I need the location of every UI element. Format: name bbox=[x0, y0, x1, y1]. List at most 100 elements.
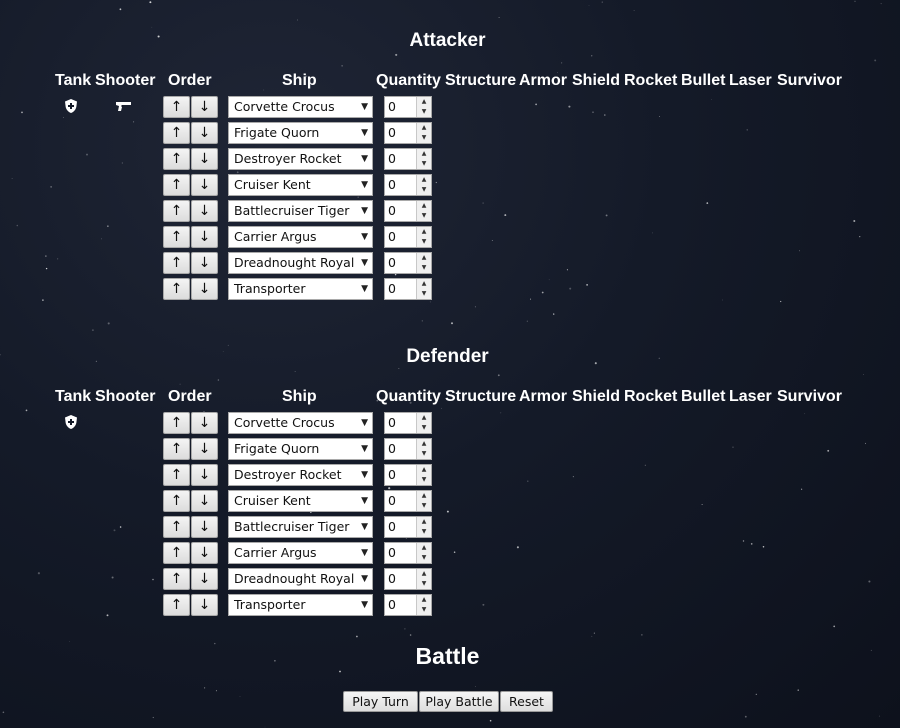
ship-select[interactable]: Cruiser Kent ▼ bbox=[228, 174, 373, 196]
spinner-arrows[interactable]: ▲ ▼ bbox=[416, 149, 431, 169]
spinner-arrows[interactable]: ▲ ▼ bbox=[416, 279, 431, 299]
move-down-button[interactable]: ↓ bbox=[191, 200, 218, 222]
move-up-button[interactable]: ↑ bbox=[163, 542, 190, 564]
spin-up-icon[interactable]: ▲ bbox=[417, 543, 431, 553]
quantity-stepper[interactable]: 0 ▲ ▼ bbox=[384, 594, 432, 616]
ship-select[interactable]: Dreadnought Royal ▼ bbox=[228, 568, 373, 590]
move-up-button[interactable]: ↑ bbox=[163, 252, 190, 274]
spinner-arrows[interactable]: ▲ ▼ bbox=[416, 517, 431, 537]
quantity-stepper[interactable]: 0 ▲ ▼ bbox=[384, 226, 432, 248]
spinner-arrows[interactable]: ▲ ▼ bbox=[416, 201, 431, 221]
spinner-arrows[interactable]: ▲ ▼ bbox=[416, 569, 431, 589]
move-down-button[interactable]: ↓ bbox=[191, 438, 218, 460]
ship-select[interactable]: Battlecruiser Tiger ▼ bbox=[228, 200, 373, 222]
ship-select[interactable]: Corvette Crocus ▼ bbox=[228, 96, 373, 118]
spin-up-icon[interactable]: ▲ bbox=[417, 465, 431, 475]
spinner-arrows[interactable]: ▲ ▼ bbox=[416, 595, 431, 615]
spinner-arrows[interactable]: ▲ ▼ bbox=[416, 465, 431, 485]
quantity-stepper[interactable]: 0 ▲ ▼ bbox=[384, 542, 432, 564]
move-up-button[interactable]: ↑ bbox=[163, 200, 190, 222]
quantity-stepper[interactable]: 0 ▲ ▼ bbox=[384, 174, 432, 196]
quantity-stepper[interactable]: 0 ▲ ▼ bbox=[384, 252, 432, 274]
spin-up-icon[interactable]: ▲ bbox=[417, 227, 431, 237]
spin-down-icon[interactable]: ▼ bbox=[417, 553, 431, 563]
spin-down-icon[interactable]: ▼ bbox=[417, 527, 431, 537]
move-down-button[interactable]: ↓ bbox=[191, 226, 218, 248]
spinner-arrows[interactable]: ▲ ▼ bbox=[416, 175, 431, 195]
move-down-button[interactable]: ↓ bbox=[191, 464, 218, 486]
move-up-button[interactable]: ↑ bbox=[163, 278, 190, 300]
spin-up-icon[interactable]: ▲ bbox=[417, 175, 431, 185]
move-up-button[interactable]: ↑ bbox=[163, 464, 190, 486]
move-down-button[interactable]: ↓ bbox=[191, 252, 218, 274]
move-up-button[interactable]: ↑ bbox=[163, 412, 190, 434]
ship-select[interactable]: Cruiser Kent ▼ bbox=[228, 490, 373, 512]
move-up-button[interactable]: ↑ bbox=[163, 148, 190, 170]
spin-up-icon[interactable]: ▲ bbox=[417, 123, 431, 133]
spin-down-icon[interactable]: ▼ bbox=[417, 423, 431, 433]
quantity-stepper[interactable]: 0 ▲ ▼ bbox=[384, 438, 432, 460]
move-down-button[interactable]: ↓ bbox=[191, 412, 218, 434]
spin-up-icon[interactable]: ▲ bbox=[417, 491, 431, 501]
spin-down-icon[interactable]: ▼ bbox=[417, 475, 431, 485]
spin-down-icon[interactable]: ▼ bbox=[417, 289, 431, 299]
spin-down-icon[interactable]: ▼ bbox=[417, 263, 431, 273]
move-down-button[interactable]: ↓ bbox=[191, 568, 218, 590]
quantity-stepper[interactable]: 0 ▲ ▼ bbox=[384, 490, 432, 512]
spin-up-icon[interactable]: ▲ bbox=[417, 439, 431, 449]
spin-down-icon[interactable]: ▼ bbox=[417, 133, 431, 143]
spin-down-icon[interactable]: ▼ bbox=[417, 237, 431, 247]
move-down-button[interactable]: ↓ bbox=[191, 122, 218, 144]
quantity-stepper[interactable]: 0 ▲ ▼ bbox=[384, 148, 432, 170]
quantity-stepper[interactable]: 0 ▲ ▼ bbox=[384, 516, 432, 538]
move-down-button[interactable]: ↓ bbox=[191, 174, 218, 196]
play-battle-button[interactable]: Play Battle bbox=[419, 691, 499, 712]
ship-select[interactable]: Frigate Quorn ▼ bbox=[228, 438, 373, 460]
move-up-button[interactable]: ↑ bbox=[163, 568, 190, 590]
spin-up-icon[interactable]: ▲ bbox=[417, 279, 431, 289]
ship-select[interactable]: Destroyer Rocket ▼ bbox=[228, 148, 373, 170]
spin-down-icon[interactable]: ▼ bbox=[417, 449, 431, 459]
spinner-arrows[interactable]: ▲ ▼ bbox=[416, 123, 431, 143]
spinner-arrows[interactable]: ▲ ▼ bbox=[416, 97, 431, 117]
move-down-button[interactable]: ↓ bbox=[191, 148, 218, 170]
spin-down-icon[interactable]: ▼ bbox=[417, 501, 431, 511]
spin-up-icon[interactable]: ▲ bbox=[417, 413, 431, 423]
move-down-button[interactable]: ↓ bbox=[191, 542, 218, 564]
move-up-button[interactable]: ↑ bbox=[163, 594, 190, 616]
ship-select[interactable]: Transporter ▼ bbox=[228, 594, 373, 616]
ship-select[interactable]: Carrier Argus ▼ bbox=[228, 226, 373, 248]
spin-down-icon[interactable]: ▼ bbox=[417, 185, 431, 195]
quantity-stepper[interactable]: 0 ▲ ▼ bbox=[384, 278, 432, 300]
move-up-button[interactable]: ↑ bbox=[163, 438, 190, 460]
spin-up-icon[interactable]: ▲ bbox=[417, 149, 431, 159]
spinner-arrows[interactable]: ▲ ▼ bbox=[416, 253, 431, 273]
spin-up-icon[interactable]: ▲ bbox=[417, 97, 431, 107]
spin-up-icon[interactable]: ▲ bbox=[417, 253, 431, 263]
spin-down-icon[interactable]: ▼ bbox=[417, 211, 431, 221]
quantity-stepper[interactable]: 0 ▲ ▼ bbox=[384, 568, 432, 590]
move-up-button[interactable]: ↑ bbox=[163, 226, 190, 248]
ship-select[interactable]: Corvette Crocus ▼ bbox=[228, 412, 373, 434]
spin-down-icon[interactable]: ▼ bbox=[417, 605, 431, 615]
move-up-button[interactable]: ↑ bbox=[163, 96, 190, 118]
quantity-stepper[interactable]: 0 ▲ ▼ bbox=[384, 200, 432, 222]
move-up-button[interactable]: ↑ bbox=[163, 174, 190, 196]
ship-select[interactable]: Carrier Argus ▼ bbox=[228, 542, 373, 564]
spin-up-icon[interactable]: ▲ bbox=[417, 595, 431, 605]
spin-down-icon[interactable]: ▼ bbox=[417, 159, 431, 169]
move-down-button[interactable]: ↓ bbox=[191, 278, 218, 300]
move-down-button[interactable]: ↓ bbox=[191, 490, 218, 512]
quantity-stepper[interactable]: 0 ▲ ▼ bbox=[384, 412, 432, 434]
spin-down-icon[interactable]: ▼ bbox=[417, 107, 431, 117]
move-up-button[interactable]: ↑ bbox=[163, 122, 190, 144]
ship-select[interactable]: Battlecruiser Tiger ▼ bbox=[228, 516, 373, 538]
spinner-arrows[interactable]: ▲ ▼ bbox=[416, 543, 431, 563]
spin-up-icon[interactable]: ▲ bbox=[417, 569, 431, 579]
ship-select[interactable]: Transporter ▼ bbox=[228, 278, 373, 300]
spin-up-icon[interactable]: ▲ bbox=[417, 201, 431, 211]
quantity-stepper[interactable]: 0 ▲ ▼ bbox=[384, 122, 432, 144]
spin-up-icon[interactable]: ▲ bbox=[417, 517, 431, 527]
spinner-arrows[interactable]: ▲ ▼ bbox=[416, 227, 431, 247]
ship-select[interactable]: Frigate Quorn ▼ bbox=[228, 122, 373, 144]
